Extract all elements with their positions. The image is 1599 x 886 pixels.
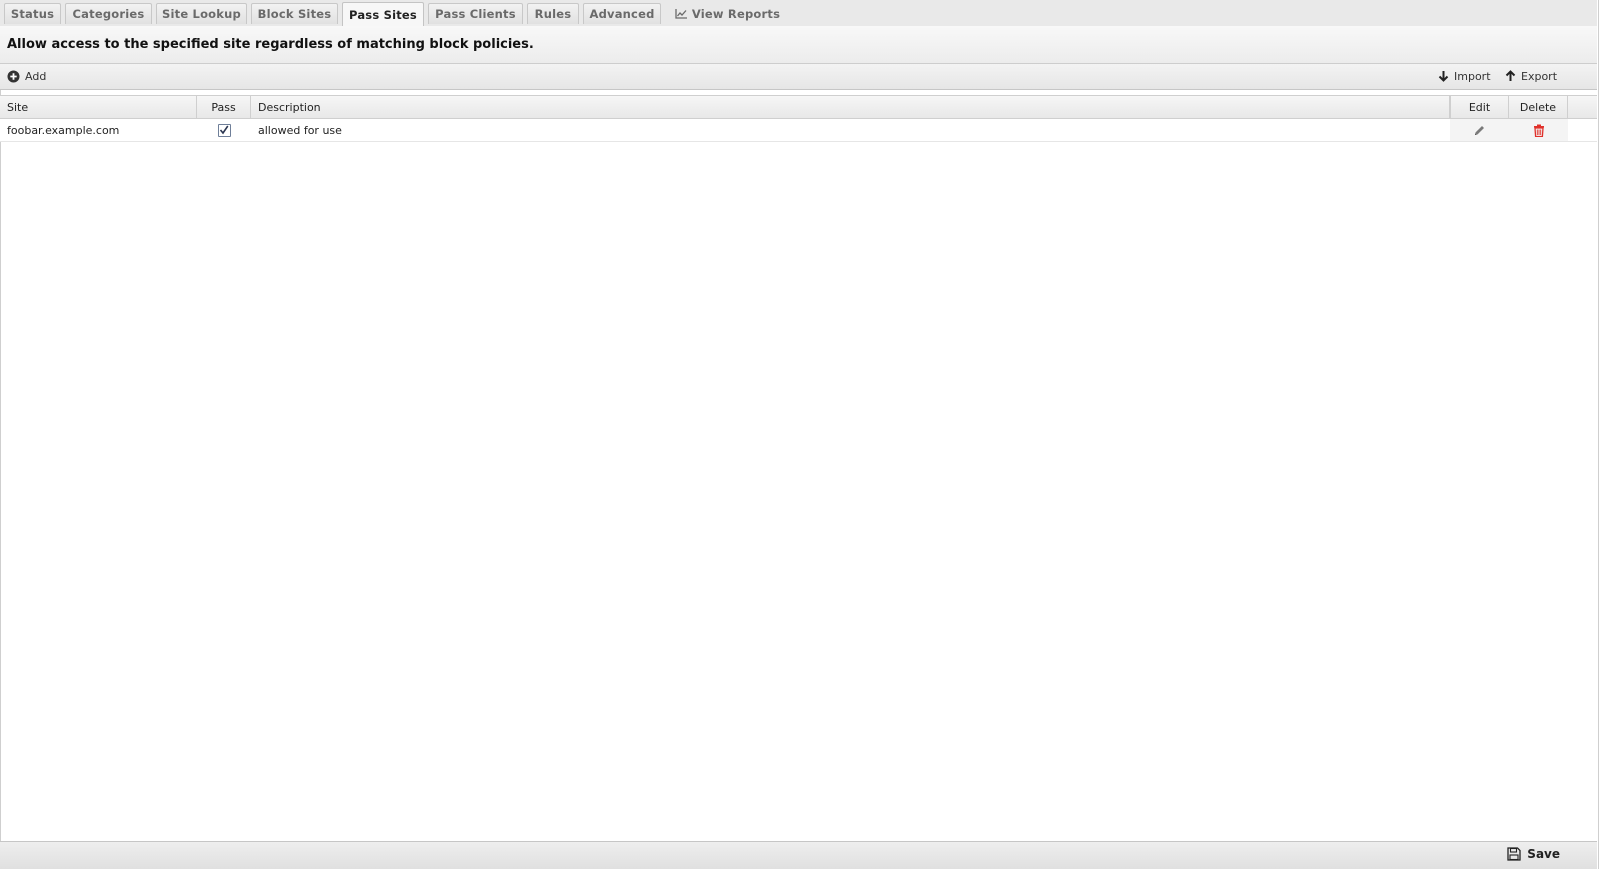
export-button[interactable]: Export xyxy=(1505,68,1557,84)
tab-label: Pass Sites xyxy=(349,7,417,22)
description-panel: Allow access to the specified site regar… xyxy=(0,26,1597,64)
table-row[interactable]: foobar.example.com allowed for use xyxy=(0,119,1597,142)
import-label: Import xyxy=(1454,69,1491,83)
column-header-delete[interactable]: Delete xyxy=(1509,96,1568,118)
delete-cell xyxy=(1509,119,1568,141)
pass-checkbox[interactable] xyxy=(217,123,231,137)
floppy-disk-icon xyxy=(1507,847,1521,861)
pass-sites-grid: Site Pass Description Edit Delete foobar… xyxy=(0,95,1597,142)
tab-label: Block Sites xyxy=(257,7,332,21)
trash-icon[interactable] xyxy=(1533,124,1545,137)
tab-categories[interactable]: Categories xyxy=(65,3,152,24)
tab-label: Advanced xyxy=(589,7,655,21)
plus-circle-icon xyxy=(7,70,20,82)
tab-advanced[interactable]: Advanced xyxy=(583,3,661,24)
pass-cell xyxy=(197,119,251,141)
tab-bar: Status Categories Site Lookup Block Site… xyxy=(0,0,1597,27)
tab-status[interactable]: Status xyxy=(4,3,61,24)
tab-label: Rules xyxy=(534,7,572,21)
column-header-description[interactable]: Description xyxy=(251,96,1450,118)
line-chart-icon xyxy=(675,8,687,19)
page-description: Allow access to the specified site regar… xyxy=(7,37,534,52)
site-cell: foobar.example.com xyxy=(7,123,120,137)
column-label: Edit xyxy=(1468,100,1491,114)
checkmark-icon xyxy=(219,125,229,135)
pencil-icon[interactable] xyxy=(1473,124,1486,137)
save-button[interactable]: Save xyxy=(1507,847,1560,861)
bottom-strip xyxy=(0,869,1599,886)
tab-label: View Reports xyxy=(691,6,781,21)
column-header-site[interactable]: Site xyxy=(0,96,197,118)
tab-pass-clients[interactable]: Pass Clients xyxy=(428,3,523,24)
tab-view-reports[interactable]: View Reports xyxy=(670,3,785,24)
edit-cell xyxy=(1450,119,1509,141)
column-label: Delete xyxy=(1519,100,1557,114)
grid-header: Site Pass Description Edit Delete xyxy=(0,95,1597,119)
export-label: Export xyxy=(1521,69,1558,83)
tab-label: Pass Clients xyxy=(435,7,516,21)
column-label: Pass xyxy=(211,100,236,114)
column-header-edit[interactable]: Edit xyxy=(1450,96,1509,118)
column-header-pass[interactable]: Pass xyxy=(197,96,251,118)
tab-pass-sites[interactable]: Pass Sites xyxy=(342,2,424,26)
add-button[interactable]: Add xyxy=(7,68,46,84)
grid-toolbar: Add Import Export xyxy=(0,64,1597,90)
tab-block-sites[interactable]: Block Sites xyxy=(251,3,338,24)
tab-label: Site Lookup xyxy=(162,7,241,21)
footer-bar: Save xyxy=(0,841,1597,869)
tab-site-lookup[interactable]: Site Lookup xyxy=(156,3,247,24)
add-label: Add xyxy=(25,69,47,83)
import-button[interactable]: Import xyxy=(1438,68,1491,84)
tab-label: Categories xyxy=(72,7,145,21)
arrow-down-icon xyxy=(1438,71,1449,82)
description-cell: allowed for use xyxy=(258,123,342,137)
tab-label: Status xyxy=(10,7,55,21)
tab-rules[interactable]: Rules xyxy=(527,3,579,24)
save-label: Save xyxy=(1527,847,1560,861)
column-label: Description xyxy=(258,100,321,114)
column-label: Site xyxy=(7,100,29,114)
arrow-up-icon xyxy=(1505,70,1516,81)
